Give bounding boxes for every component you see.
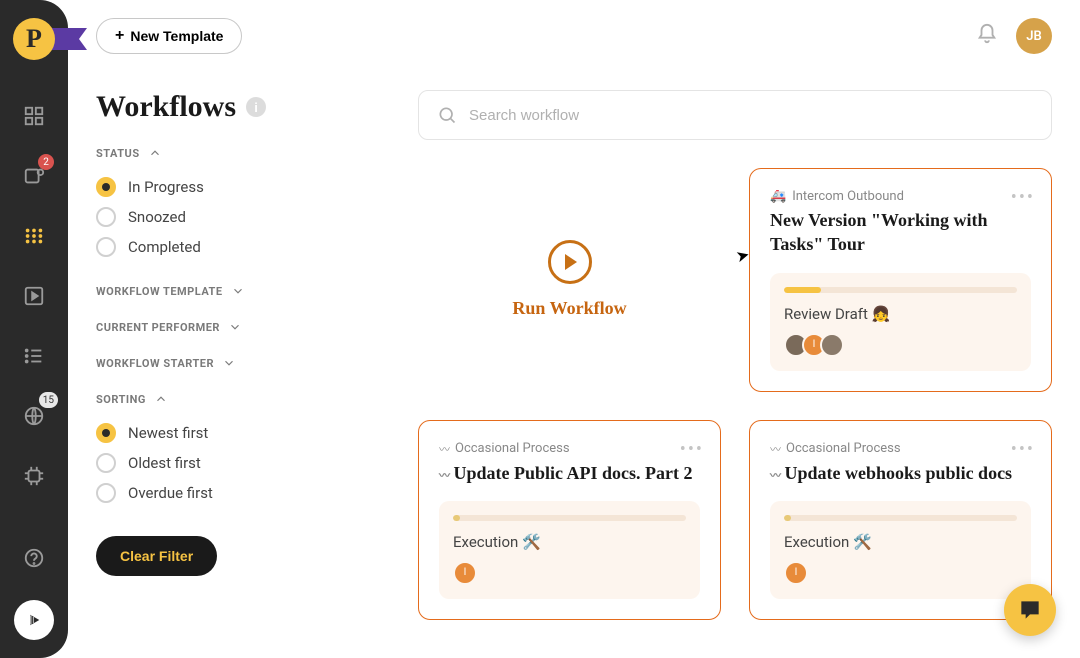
card-more-button[interactable]: ••• xyxy=(680,439,704,460)
card-template-name: 🚑 Intercom Outbound xyxy=(770,189,1031,204)
card-title: 〰 Update webhooks public docs xyxy=(770,461,1031,485)
workflow-card[interactable]: ••• 🚑 Intercom Outbound New Version "Wor… xyxy=(749,168,1052,392)
filter-panel: Workflows i STATUS In Progress Snoozed C… xyxy=(96,90,376,576)
nav-activity-badge: 15 xyxy=(39,392,58,408)
nav-rail: P 2 15 xyxy=(0,0,68,658)
card-task: Execution 🛠️ xyxy=(784,533,1017,551)
main-area: Run Workflow ••• 🚑 Intercom Outbound New… xyxy=(418,90,1052,620)
chip-icon xyxy=(23,465,45,487)
chevron-down-icon xyxy=(222,356,236,370)
wave-icon: 〰 xyxy=(439,469,449,484)
card-body: Execution 🛠️ I xyxy=(770,501,1031,599)
card-more-button[interactable]: ••• xyxy=(1011,439,1035,460)
new-template-button[interactable]: + New Template xyxy=(96,18,242,54)
nav-templates[interactable] xyxy=(16,278,52,314)
run-workflow-card[interactable]: Run Workflow xyxy=(418,168,721,392)
grid-icon xyxy=(23,105,45,127)
notifications-button[interactable] xyxy=(976,23,998,49)
filter-status-header[interactable]: STATUS xyxy=(96,146,376,160)
filter-sorting-header[interactable]: SORTING xyxy=(96,392,376,406)
avatar-row: I xyxy=(784,333,1017,357)
chevron-up-icon xyxy=(148,146,162,160)
card-template-name: 〰 Occasional Process xyxy=(770,441,1031,457)
nav-tasks-badge: 2 xyxy=(38,154,54,170)
wave-icon: 〰 xyxy=(439,441,449,457)
card-body: Review Draft 👧 I xyxy=(770,273,1031,371)
wave-icon: 〰 xyxy=(770,441,780,457)
nav-tasks[interactable]: 2 xyxy=(16,158,52,194)
page-title: Workflows i xyxy=(96,90,376,124)
card-body: Execution 🛠️ I xyxy=(439,501,700,599)
nav-integrations[interactable] xyxy=(16,458,52,494)
filter-template-header[interactable]: WORKFLOW TEMPLATE xyxy=(96,284,376,298)
chat-fab[interactable] xyxy=(1004,584,1056,636)
search-input[interactable] xyxy=(469,107,1033,124)
status-radio-list: In Progress Snoozed Completed xyxy=(96,172,376,262)
list-icon xyxy=(23,345,45,367)
play-icon xyxy=(25,611,43,629)
plus-icon: + xyxy=(115,27,124,45)
top-bar: + New Template JB xyxy=(68,0,1080,72)
help-icon xyxy=(23,547,45,569)
status-option-snoozed[interactable]: Snoozed xyxy=(96,202,376,232)
play-square-icon xyxy=(23,285,45,307)
progress-bar xyxy=(784,287,1017,293)
chevron-up-icon xyxy=(154,392,168,406)
nav-list[interactable] xyxy=(16,338,52,374)
avatar-row: I xyxy=(453,561,686,585)
avatar xyxy=(820,333,844,357)
sorting-option-overdue[interactable]: Overdue first xyxy=(96,478,376,508)
sorting-option-oldest[interactable]: Oldest first xyxy=(96,448,376,478)
card-title: New Version "Working with Tasks" Tour xyxy=(770,208,1031,257)
sorting-radio-list: Newest first Oldest first Overdue first xyxy=(96,418,376,508)
status-option-completed[interactable]: Completed xyxy=(96,232,376,262)
avatar: I xyxy=(453,561,477,585)
play-circle-icon xyxy=(548,240,592,284)
nav-workflows[interactable] xyxy=(16,218,52,254)
nav-activity[interactable]: 15 xyxy=(16,398,52,434)
logo[interactable]: P xyxy=(13,18,55,60)
bell-icon xyxy=(976,23,998,45)
avatar: I xyxy=(784,561,808,585)
filter-starter-header[interactable]: WORKFLOW STARTER xyxy=(96,356,376,370)
clear-filter-button[interactable]: Clear Filter xyxy=(96,536,217,576)
progress-bar xyxy=(784,515,1017,521)
globe-icon xyxy=(23,405,45,427)
card-template-name: 〰 Occasional Process xyxy=(439,441,700,457)
status-option-in-progress[interactable]: In Progress xyxy=(96,172,376,202)
progress-bar xyxy=(453,515,686,521)
nav-play[interactable] xyxy=(14,600,54,640)
user-avatar[interactable]: JB xyxy=(1016,18,1052,54)
nav-dashboard[interactable] xyxy=(16,98,52,134)
card-task: Review Draft 👧 xyxy=(784,305,1017,323)
card-more-button[interactable]: ••• xyxy=(1011,187,1035,208)
card-task: Execution 🛠️ xyxy=(453,533,686,551)
filter-performer-header[interactable]: CURRENT PERFORMER xyxy=(96,320,376,334)
sorting-option-newest[interactable]: Newest first xyxy=(96,418,376,448)
workflow-card[interactable]: ••• 〰 Occasional Process 〰 Update Public… xyxy=(418,420,721,620)
info-icon[interactable]: i xyxy=(246,97,266,117)
search-icon xyxy=(437,105,457,125)
chevron-down-icon xyxy=(231,284,245,298)
chevron-down-icon xyxy=(228,320,242,334)
new-template-label: New Template xyxy=(130,28,223,44)
chat-icon xyxy=(1017,597,1043,623)
search-bar[interactable] xyxy=(418,90,1052,140)
workflows-icon xyxy=(23,225,45,247)
workflow-card[interactable]: ••• 〰 Occasional Process 〰 Update webhoo… xyxy=(749,420,1052,620)
card-title: 〰 Update Public API docs. Part 2 xyxy=(439,461,700,485)
nav-help[interactable] xyxy=(16,540,52,576)
wave-icon: 〰 xyxy=(770,469,780,484)
run-workflow-label: Run Workflow xyxy=(512,298,626,319)
avatar-row: I xyxy=(784,561,1017,585)
